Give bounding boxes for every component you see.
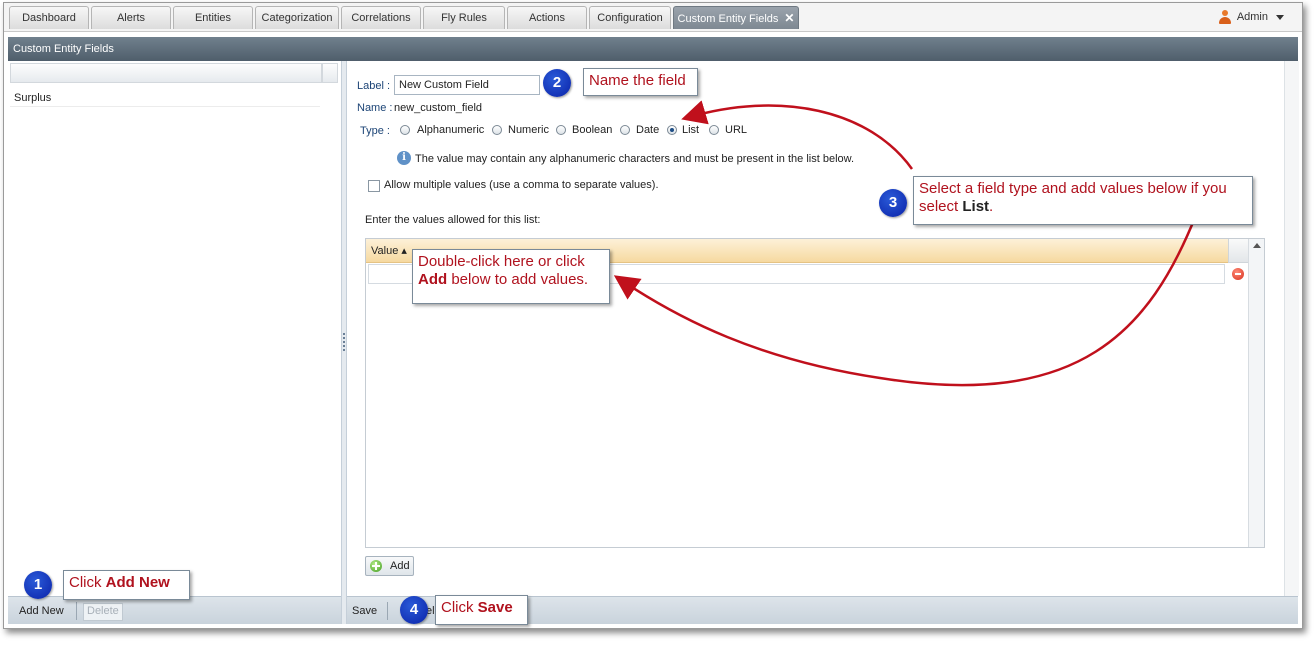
annotation-arrows — [613, 100, 1198, 387]
step-badge-3: 3 — [879, 189, 907, 217]
callout-name-field: Name the field — [583, 68, 698, 96]
step-badge-4: 4 — [400, 596, 428, 624]
callout-save: Click Save — [435, 595, 528, 625]
arrow-to-value-cell — [613, 214, 1198, 387]
step-badge-2: 2 — [543, 69, 571, 97]
callout-add-new: Click Add New — [63, 570, 190, 600]
callout-add-values: Double-click here or click Add below to … — [412, 249, 610, 304]
arrow-to-list-radio — [681, 100, 914, 170]
callout-field-type: Select a field type and add values below… — [913, 176, 1253, 225]
step-badge-1: 1 — [24, 571, 52, 599]
